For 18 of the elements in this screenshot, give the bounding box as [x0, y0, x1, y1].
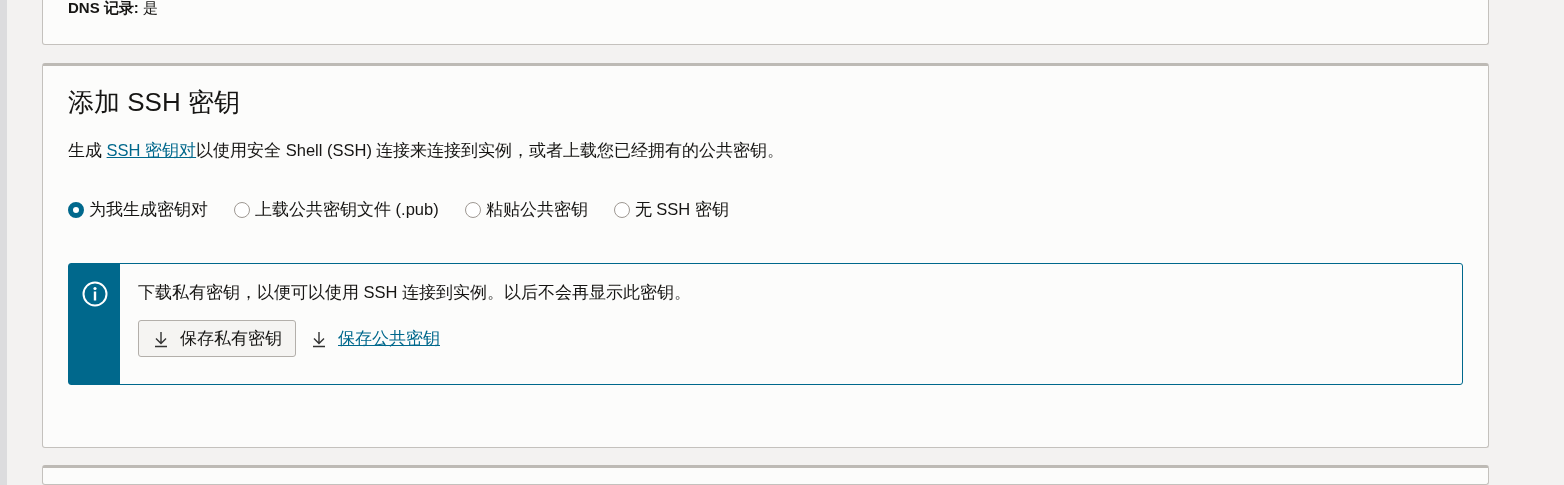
info-icon — [81, 281, 108, 308]
save-private-key-button[interactable]: 保存私有密钥 — [138, 320, 296, 358]
ssh-key-pair-link[interactable]: SSH 密钥对 — [106, 141, 197, 160]
download-icon — [310, 329, 328, 348]
section-title: 添加 SSH 密钥 — [68, 86, 241, 119]
radio-button[interactable] — [464, 202, 481, 219]
save-public-key-link[interactable]: 保存公共密钥 — [310, 327, 440, 350]
radio-option[interactable]: 为我生成密钥对 — [68, 199, 208, 222]
download-icon — [152, 329, 170, 348]
radio-option[interactable]: 上载公共密钥文件 (.pub) — [234, 199, 439, 222]
notice-text: 下载私有密钥，以便可以使用 SSH 连接到实例。以后不会再显示此密钥。 — [138, 282, 692, 303]
radio-button[interactable] — [68, 202, 84, 219]
radio-button[interactable] — [234, 202, 250, 219]
radio-option[interactable]: 无 SSH 密钥 — [613, 199, 729, 222]
dns-record-text: DNS 记录: 是 — [68, 0, 159, 16]
radio-button[interactable] — [613, 202, 630, 219]
radio-option[interactable]: 粘贴公共密钥 — [464, 199, 588, 222]
description-text: 生成 SSH 密钥对以使用安全 Shell (SSH) 连接来连接到实例，或者上载您已经拥有的公共密钥。 — [68, 140, 786, 161]
